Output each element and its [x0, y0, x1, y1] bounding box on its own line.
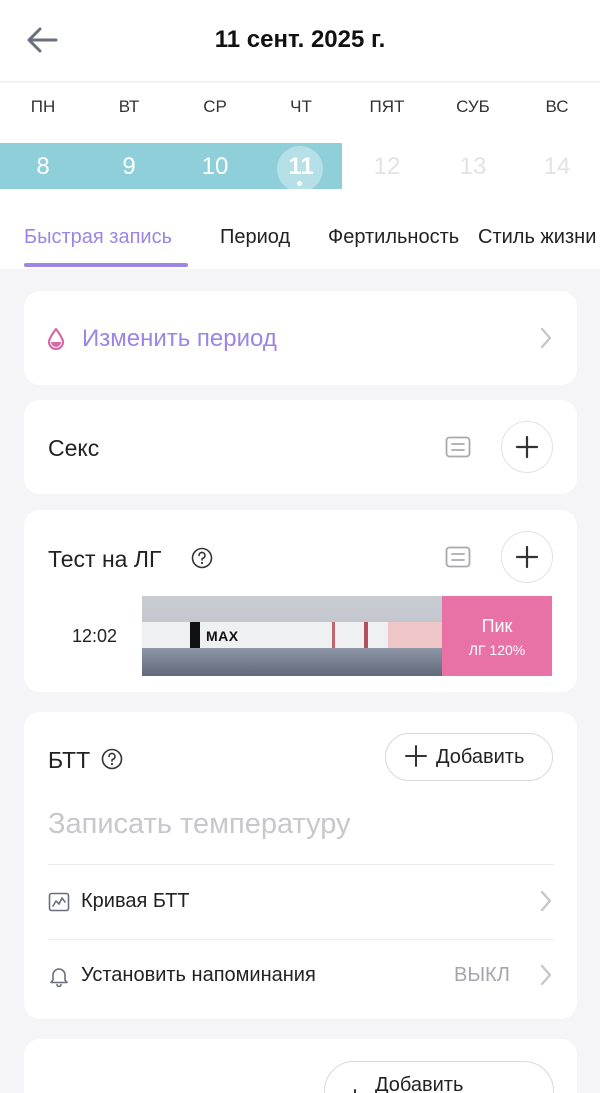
help-icon[interactable] [191, 547, 213, 569]
date-cell[interactable]: 12 [344, 153, 430, 181]
weekday-label: ВС [545, 97, 569, 116]
add-btt-button[interactable]: Добавить [385, 733, 553, 781]
tab-bar: Быстрая запись Период Фертильность Стиль… [0, 189, 600, 269]
next-add-button[interactable]: Добавить [324, 1061, 554, 1093]
page-title: 11 сент. 2025 г. [214, 26, 386, 53]
reminder-row[interactable]: Установить напоминания ВЫКЛ [24, 940, 577, 1014]
weekday-label: ВТ [118, 97, 140, 116]
drop-icon [47, 327, 65, 351]
lh-test-card: Тест на ЛГ 12:02 MAX Пик ЛГ 120% [24, 510, 577, 692]
tab-fertility[interactable]: Фертильность [328, 226, 459, 249]
change-period-card[interactable]: Изменить период [24, 291, 577, 385]
note-icon[interactable] [445, 436, 471, 458]
date-cell[interactable]: 8 [0, 153, 86, 181]
plus-icon [515, 545, 539, 569]
weekday-label: ПН [30, 97, 56, 116]
date-cell[interactable]: 13 [430, 153, 516, 181]
bell-icon [50, 968, 68, 987]
strip-edge-mark [190, 622, 200, 648]
sex-label: Секс [48, 435, 100, 461]
weekday-row: ПН ВТ СР ЧТ ПЯТ СУБ ВС [0, 83, 600, 143]
tab-quick-entry[interactable]: Быстрая запись [24, 226, 172, 249]
control-line [332, 622, 335, 648]
help-icon[interactable] [101, 748, 123, 770]
plus-icon [405, 745, 427, 767]
chevron-right-icon [540, 890, 552, 912]
reminder-label: Установить напоминания [81, 964, 316, 986]
strip-max-label: MAX [206, 628, 239, 644]
date-cell[interactable]: 14 [514, 153, 600, 181]
today-dot [297, 181, 302, 186]
weekday-label: СУБ [456, 97, 490, 116]
chart-icon [48, 892, 70, 912]
date-cell[interactable]: 9 [86, 153, 172, 181]
lh-result-value: ЛГ 120% [468, 642, 526, 658]
add-lh-test-button[interactable] [501, 531, 553, 583]
next-add-label: Добавить [375, 1074, 464, 1093]
date-cell-today[interactable]: 11 [258, 153, 344, 181]
date-cell[interactable]: 10 [172, 153, 258, 181]
reminder-status: ВЫКЛ [454, 964, 510, 986]
chevron-right-icon [540, 964, 552, 986]
lh-result-badge: Пик ЛГ 120% [442, 596, 552, 676]
btt-curve-row[interactable]: Кривая БТТ [24, 865, 577, 939]
tab-period[interactable]: Период [220, 226, 290, 249]
next-card: Добавить [24, 1039, 577, 1093]
lh-test-time: 12:02 [72, 626, 118, 646]
temperature-input[interactable]: Записать температуру [48, 808, 351, 841]
weekday-label: ПЯТ [369, 97, 405, 116]
lh-result-title: Пик [481, 616, 513, 636]
plus-icon [354, 1089, 356, 1093]
plus-icon [515, 435, 539, 459]
weekday-label: СР [203, 97, 227, 116]
add-btt-label: Добавить [436, 746, 525, 768]
strip-shadow [142, 648, 443, 676]
btt-label: БТТ [48, 747, 91, 773]
lh-test-label: Тест на ЛГ [48, 546, 162, 572]
btt-card: БТТ Добавить Записать температуру Кривая… [24, 712, 577, 1019]
chevron-right-icon [540, 327, 552, 349]
active-tab-indicator [24, 263, 188, 267]
tab-lifestyle[interactable]: Стиль жизни [478, 226, 596, 249]
test-line [364, 622, 368, 648]
strip-pink-zone [388, 622, 443, 648]
change-period-label: Изменить период [82, 325, 277, 352]
add-sex-button[interactable] [501, 421, 553, 473]
btt-curve-label: Кривая БТТ [81, 890, 190, 912]
note-icon[interactable] [445, 546, 471, 568]
sex-card: Секс [24, 400, 577, 494]
app-header: 11 сент. 2025 г. [0, 0, 600, 82]
weekday-label: ЧТ [290, 97, 312, 116]
lh-test-strip-photo[interactable]: MAX [142, 596, 443, 676]
